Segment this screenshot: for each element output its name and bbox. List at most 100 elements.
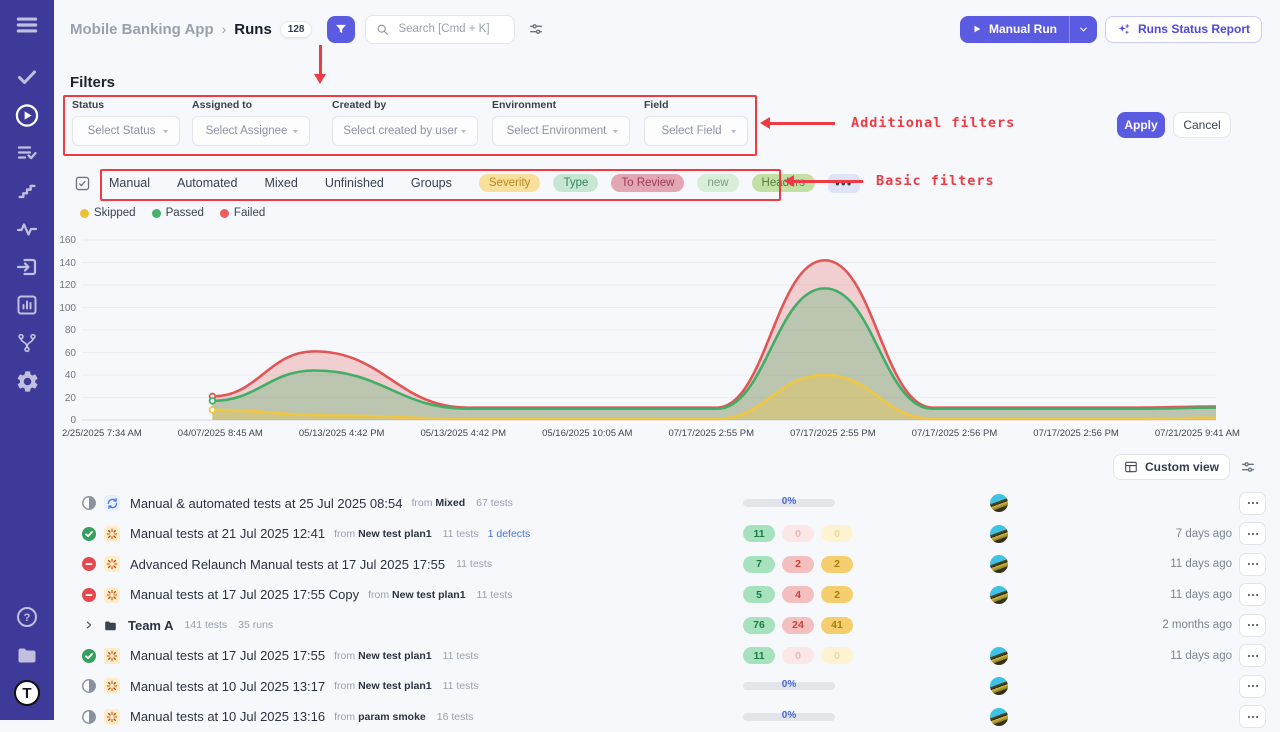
run-timestamp: 7 days ago (1176, 528, 1232, 540)
table-row[interactable]: Advanced Relaunch Manual tests at 17 Jul… (54, 549, 1280, 580)
legend-label: Passed (166, 207, 204, 219)
y-tick-label: 100 (54, 303, 76, 314)
search-box[interactable] (365, 15, 515, 44)
search-settings-icon[interactable] (528, 21, 544, 37)
tag-headers[interactable]: Headers (752, 174, 815, 192)
row-menu-button[interactable] (1239, 583, 1266, 606)
analytics-icon[interactable] (14, 292, 40, 318)
help-icon[interactable]: ? (14, 604, 40, 630)
tag-type[interactable]: Type (553, 174, 598, 192)
expand-chevron-icon[interactable] (84, 620, 94, 630)
run-title[interactable]: Manual tests at 17 Jul 2025 17:55 (130, 648, 325, 663)
x-tick-label: 07/17/2025 2:55 PM (668, 428, 754, 439)
manual-run-icon (104, 526, 120, 542)
top-header: Mobile Banking App › Runs 128 Ma (54, 0, 1280, 58)
tab-manual[interactable]: Manual (109, 176, 150, 190)
chevron-down-icon (291, 127, 300, 136)
projects-icon[interactable] (14, 642, 40, 668)
breadcrumb-project[interactable]: Mobile Banking App (70, 21, 214, 38)
created-by-select[interactable]: Select created by user (332, 116, 478, 146)
custom-view-button[interactable]: Custom view (1113, 454, 1230, 480)
run-metrics: 762441 (743, 617, 860, 634)
group-runs-count: 35 runs (238, 619, 273, 631)
branches-icon[interactable] (14, 330, 40, 356)
table-row[interactable]: Manual tests at 10 Jul 2025 13:16from pa… (54, 702, 1280, 732)
test-plans-icon[interactable] (14, 140, 40, 166)
table-row[interactable]: Manual & automated tests at 25 Jul 2025 … (54, 488, 1280, 519)
svg-text:?: ? (24, 612, 31, 624)
manual-run-dropdown[interactable] (1069, 16, 1097, 43)
tab-automated[interactable]: Automated (177, 176, 237, 190)
funnel-icon (334, 22, 348, 36)
tab-mixed[interactable]: Mixed (264, 176, 297, 190)
progress-value: 0% (743, 679, 835, 690)
assignee-avatar (990, 647, 1008, 665)
row-menu-button[interactable] (1239, 522, 1266, 545)
field-select[interactable]: Select Field (644, 116, 748, 146)
run-title[interactable]: Advanced Relaunch Manual tests at 17 Jul… (130, 557, 445, 572)
tests-icon[interactable] (14, 64, 40, 90)
row-menu-button[interactable] (1239, 705, 1266, 728)
manual-run-icon (104, 587, 120, 603)
table-row[interactable]: Manual tests at 17 Jul 2025 17:55from Ne… (54, 641, 1280, 672)
status-passed-icon (82, 649, 96, 663)
run-title[interactable]: Manual tests at 17 Jul 2025 17:55 Copy (130, 587, 359, 602)
menu-icon[interactable] (14, 12, 40, 38)
group-row[interactable]: Team A141 tests35 runs7624412 months ago (54, 610, 1280, 641)
import-icon[interactable] (14, 254, 40, 280)
row-menu-button[interactable] (1239, 675, 1266, 698)
manual-run-icon (104, 648, 120, 664)
search-input[interactable] (396, 22, 504, 36)
assigned-to-select[interactable]: Select Assignee (192, 116, 310, 146)
tag-new[interactable]: new (697, 174, 738, 192)
row-menu-button[interactable] (1239, 614, 1266, 637)
sidebar-bottom-icons: ?T (14, 604, 40, 706)
run-title[interactable]: Manual tests at 10 Jul 2025 13:17 (130, 679, 325, 694)
manual-run-label: Manual Run (989, 22, 1057, 36)
x-tick-label: 07/21/2025 9:41 AM (1155, 428, 1240, 439)
table-row[interactable]: Manual tests at 10 Jul 2025 13:17from Ne… (54, 671, 1280, 702)
runs-icon[interactable] (14, 102, 40, 128)
table-row[interactable]: Manual tests at 21 Jul 2025 12:41from Ne… (54, 519, 1280, 550)
apply-button[interactable]: Apply (1117, 112, 1165, 138)
legend-item-failed: Failed (220, 207, 265, 219)
cancel-button[interactable]: Cancel (1173, 112, 1231, 138)
run-timestamp: 2 months ago (1162, 619, 1232, 631)
row-menu-button[interactable] (1239, 492, 1266, 515)
filter-toggle-button[interactable] (327, 16, 355, 43)
runs-status-report-button[interactable]: Runs Status Report (1105, 16, 1262, 43)
row-menu-button[interactable] (1239, 644, 1266, 667)
view-settings-icon[interactable] (1240, 459, 1256, 475)
run-title[interactable]: Manual tests at 10 Jul 2025 13:16 (130, 709, 325, 724)
run-title[interactable]: Manual tests at 21 Jul 2025 12:41 (130, 526, 325, 541)
folder-icon (103, 618, 118, 633)
tag-to-review[interactable]: To Review (611, 174, 684, 192)
run-timestamp: 11 days ago (1170, 558, 1232, 570)
manual-run-button[interactable]: Manual Run (960, 16, 1069, 43)
tests-count: 11 tests (443, 680, 479, 692)
runs-table: Manual & automated tests at 25 Jul 2025 … (54, 488, 1280, 732)
run-metrics: 542 (743, 586, 860, 603)
tag-severity[interactable]: Severity (479, 174, 541, 192)
tab-unfinished[interactable]: Unfinished (325, 176, 384, 190)
environment-select[interactable]: Select Environment (492, 116, 630, 146)
filter-group-status: Status Select Status (72, 99, 180, 146)
defects-link[interactable]: 1 defects (488, 528, 531, 540)
bulk-edit-icon[interactable] (74, 175, 91, 192)
settings-icon[interactable] (14, 368, 40, 394)
steps-icon[interactable] (14, 178, 40, 204)
manual-run-icon (104, 678, 120, 694)
table-row[interactable]: Manual tests at 17 Jul 2025 17:55 Copyfr… (54, 580, 1280, 611)
run-title[interactable]: Manual & automated tests at 25 Jul 2025 … (130, 496, 402, 511)
status-select[interactable]: Select Status (72, 116, 180, 146)
play-icon (972, 24, 982, 34)
filter-label-field: Field (644, 99, 748, 111)
filter-label-status: Status (72, 99, 180, 111)
more-filters-button[interactable]: ●●● (828, 174, 860, 193)
app-logo[interactable]: T (14, 680, 40, 706)
row-menu-button[interactable] (1239, 553, 1266, 576)
group-title[interactable]: Team A (128, 618, 174, 633)
legend-label: Skipped (94, 207, 136, 219)
pulse-icon[interactable] (14, 216, 40, 242)
tab-groups[interactable]: Groups (411, 176, 452, 190)
